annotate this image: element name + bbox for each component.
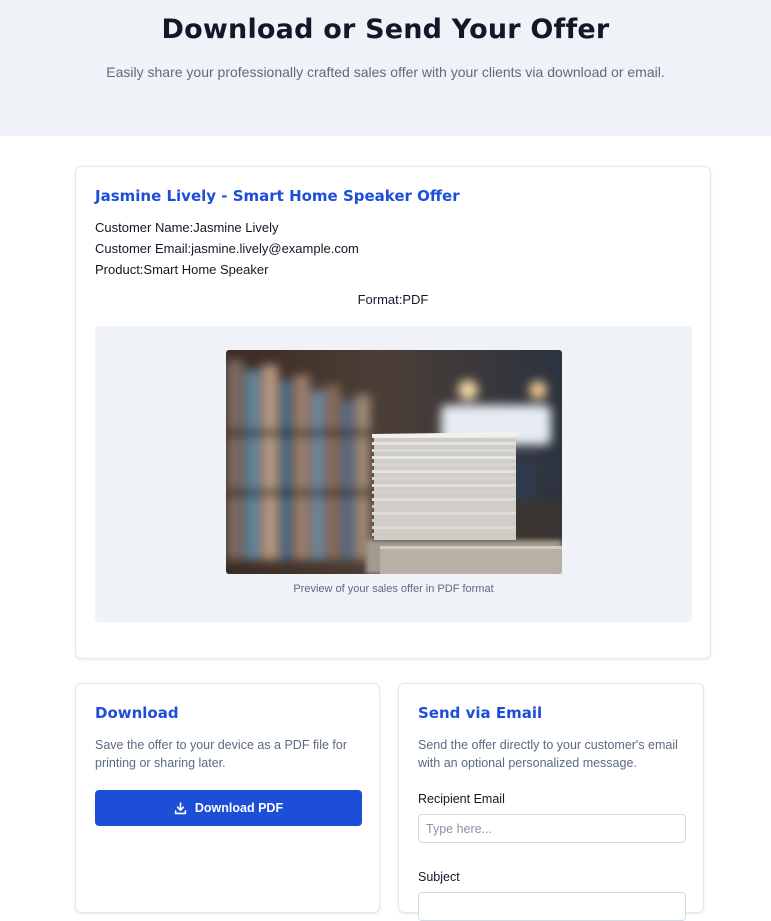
- page-subtitle: Easily share your professionally crafted…: [106, 64, 665, 80]
- offer-preview-image: [226, 350, 562, 574]
- download-icon: [174, 801, 187, 814]
- email-title: Send via Email: [418, 704, 543, 722]
- download-card: Download Save the offer to your device a…: [75, 683, 380, 913]
- offer-preview-panel: Preview of your sales offer in PDF forma…: [95, 326, 692, 622]
- page-title: Download or Send Your Offer: [161, 14, 610, 45]
- download-pdf-label: Download PDF: [194, 801, 284, 815]
- download-description: Save the offer to your device as a PDF f…: [95, 738, 347, 770]
- offer-title: Jasmine Lively - Smart Home Speaker Offe…: [95, 187, 460, 205]
- subject-input[interactable]: [418, 892, 686, 921]
- preview-caption: Preview of your sales offer in PDF forma…: [293, 583, 494, 595]
- offer-format: Format:PDF: [357, 292, 429, 307]
- download-pdf-button[interactable]: Download PDF: [95, 790, 362, 826]
- customer-name: Customer Name:Jasmine Lively: [95, 220, 279, 235]
- email-description: Send the offer directly to your customer…: [418, 738, 678, 770]
- recipient-email-label: Recipient Email: [418, 792, 505, 806]
- product-name: Product:Smart Home Speaker: [95, 262, 269, 277]
- recipient-email-input[interactable]: [418, 814, 686, 843]
- customer-email: Customer Email:jasmine.lively@example.co…: [95, 241, 359, 256]
- offer-summary-card: Jasmine Lively - Smart Home Speaker Offe…: [75, 166, 711, 659]
- hero-header: Download or Send Your Offer Easily share…: [0, 0, 771, 136]
- subject-label: Subject: [418, 870, 460, 884]
- email-card: Send via Email Send the offer directly t…: [398, 683, 704, 921]
- download-title: Download: [95, 704, 179, 722]
